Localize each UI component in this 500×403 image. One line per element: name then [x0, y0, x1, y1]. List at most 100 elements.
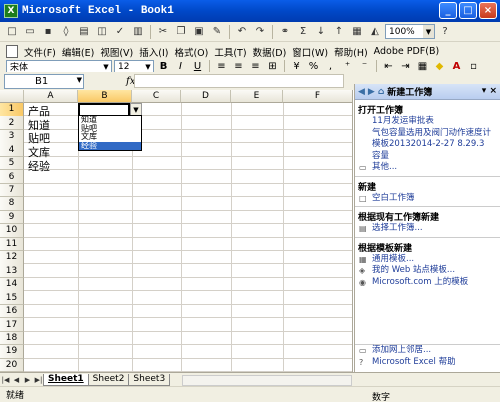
help-icon[interactable]: ?: [437, 24, 453, 39]
new-file-icon[interactable]: □: [4, 24, 20, 39]
close-button[interactable]: ×: [479, 2, 497, 19]
format-painter-icon[interactable]: ✎: [209, 24, 225, 39]
worksheet-grid[interactable]: A B C D E F 1 2 3 4 5 6 7 8 9 10 11 12 13 14 15 16 17 18 1…: [0, 90, 353, 372]
row-header[interactable]: 16: [0, 304, 24, 319]
column-header-b[interactable]: B: [78, 90, 132, 103]
recent-file[interactable]: 容量: [355, 151, 500, 163]
drawing-icon[interactable]: ◭: [367, 24, 383, 39]
row-header[interactable]: 17: [0, 318, 24, 332]
row-header[interactable]: 19: [0, 345, 24, 359]
menu-data[interactable]: 数据(D): [250, 45, 290, 59]
row-header[interactable]: 13: [0, 264, 24, 279]
row-header[interactable]: 7: [0, 183, 24, 198]
sheet-tab-3[interactable]: Sheet3: [128, 373, 171, 386]
globe-icon: ◉: [359, 277, 366, 287]
close-icon[interactable]: ▾ ×: [482, 86, 497, 96]
recent-file[interactable]: 模板20132014-2-27 8.29.3: [355, 139, 500, 151]
select-all-corner[interactable]: [0, 90, 24, 103]
copy-icon[interactable]: ❐: [173, 24, 189, 39]
menu-edit[interactable]: 编辑(E): [59, 45, 97, 59]
save-icon[interactable]: ▪: [40, 24, 56, 39]
help-label: Microsoft Excel 帮助: [372, 356, 456, 367]
row-header[interactable]: 3: [0, 129, 24, 144]
menu-adobe-pdf[interactable]: Adobe PDF(B): [371, 46, 443, 57]
recent-file[interactable]: 气包容量选用及阀门动作速度计: [355, 128, 500, 140]
menu-tools[interactable]: 工具(T): [211, 45, 249, 59]
web-templates-link[interactable]: ◈ 我的 Web 站点模板...: [355, 265, 500, 277]
blank-workbook-link[interactable]: □ 空白工作簿: [355, 193, 500, 205]
cut-icon[interactable]: ✂: [155, 24, 171, 39]
row-header[interactable]: 1: [0, 103, 24, 117]
next-sheet-icon[interactable]: ▶: [22, 374, 33, 385]
excel-app-icon[interactable]: X: [4, 4, 18, 18]
status-bar: 就绪 数字: [0, 386, 500, 403]
formula-input[interactable]: [134, 74, 344, 88]
column-header-c[interactable]: C: [132, 90, 181, 103]
row-header[interactable]: 20: [0, 358, 24, 372]
undo-icon[interactable]: ↶: [234, 24, 250, 39]
row-header[interactable]: 12: [0, 250, 24, 265]
font-size-value: 12: [118, 61, 130, 72]
row-header[interactable]: 5: [0, 156, 24, 171]
horizontal-scrollbar[interactable]: [182, 375, 352, 386]
zoom-select[interactable]: 100% ▼: [385, 24, 435, 39]
dropdown-option-selected[interactable]: 经验: [79, 141, 141, 150]
permission-icon[interactable]: ◊: [58, 24, 74, 39]
row-header[interactable]: 4: [0, 143, 24, 158]
back-icon[interactable]: ◀: [358, 87, 365, 97]
print-preview-icon[interactable]: ◫: [94, 24, 110, 39]
prev-sheet-icon[interactable]: ◀: [11, 374, 22, 385]
menu-file[interactable]: 文件(F): [21, 45, 59, 59]
sort-asc-icon[interactable]: ↓: [313, 24, 329, 39]
add-network-place-link[interactable]: ▭ 添加网上邻居...: [355, 345, 500, 357]
row-header[interactable]: 15: [0, 291, 24, 305]
redo-icon[interactable]: ↷: [252, 24, 268, 39]
name-box[interactable]: B1 ▼: [4, 73, 84, 89]
row-header[interactable]: 2: [0, 116, 24, 131]
print-icon[interactable]: ▤: [76, 24, 92, 39]
row-header[interactable]: 8: [0, 197, 24, 211]
task-pane-header: ◀ ▶ ⌂ 新建工作簿 ▾ ×: [355, 84, 500, 100]
choose-workbook-link[interactable]: ▤ 选择工作簿...: [355, 223, 500, 235]
sheet-tab-1[interactable]: Sheet1: [43, 373, 89, 386]
sheet-tab-2[interactable]: Sheet2: [87, 373, 130, 386]
row-header[interactable]: 9: [0, 210, 24, 225]
document-icon[interactable]: [6, 45, 18, 58]
row-header[interactable]: 14: [0, 277, 24, 292]
open-folder-icon[interactable]: ▭: [22, 24, 38, 39]
home-icon[interactable]: ⌂: [378, 87, 384, 97]
template-label: 通用模板...: [372, 253, 415, 264]
row-header[interactable]: 18: [0, 331, 24, 346]
row-header[interactable]: 11: [0, 237, 24, 252]
menu-window[interactable]: 窗口(W): [289, 45, 331, 59]
research-icon[interactable]: ▥: [130, 24, 146, 39]
first-sheet-icon[interactable]: |◀: [0, 374, 11, 385]
ms-templates-link[interactable]: ◉ Microsoft.com 上的模板: [355, 277, 500, 289]
column-header-f[interactable]: F: [283, 90, 352, 103]
sort-desc-icon[interactable]: ↑: [331, 24, 347, 39]
column-header-e[interactable]: E: [231, 90, 283, 103]
more-files-link[interactable]: ▭ 其他...: [355, 162, 500, 174]
choose-label: 选择工作簿...: [372, 223, 423, 233]
row-header[interactable]: 6: [0, 170, 24, 184]
open-section-title: 打开工作簿: [358, 106, 404, 116]
recent-file[interactable]: 11月发运审批表: [355, 116, 500, 128]
column-header-a[interactable]: A: [24, 90, 78, 103]
maximize-button[interactable]: □: [459, 2, 477, 19]
menu-view[interactable]: 视图(V): [97, 45, 136, 59]
minimize-button[interactable]: _: [439, 2, 457, 19]
paste-icon[interactable]: ▣: [191, 24, 207, 39]
autosum-icon[interactable]: Σ: [295, 24, 311, 39]
forward-icon[interactable]: ▶: [368, 87, 375, 97]
spelling-icon[interactable]: ✓: [112, 24, 128, 39]
chart-wizard-icon[interactable]: ▦: [349, 24, 365, 39]
general-templates-link[interactable]: ▦ 通用模板...: [355, 254, 500, 266]
column-header-d[interactable]: D: [181, 90, 231, 103]
menu-format[interactable]: 格式(O): [171, 45, 211, 59]
excel-help-link[interactable]: ? Microsoft Excel 帮助: [355, 357, 500, 369]
cell-a5[interactable]: 经验: [26, 158, 50, 174]
hyperlink-icon[interactable]: ⚭: [277, 24, 293, 39]
menu-insert[interactable]: 插入(I): [136, 45, 171, 59]
menu-help[interactable]: 帮助(H): [331, 45, 371, 59]
row-header[interactable]: 10: [0, 224, 24, 238]
